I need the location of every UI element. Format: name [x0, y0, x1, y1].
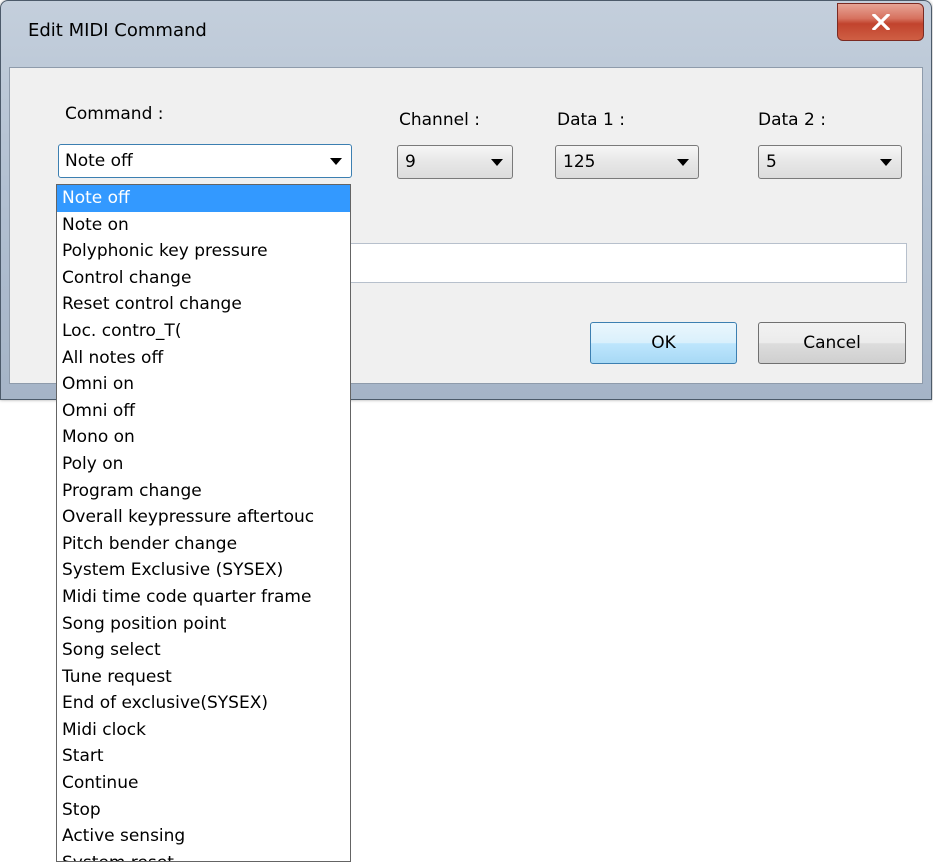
dropdown-option[interactable]: All notes off — [57, 345, 350, 372]
dropdown-option[interactable]: End of exclusive(SYSEX) — [57, 690, 350, 717]
dropdown-option[interactable]: Reset control change — [57, 291, 350, 318]
dropdown-option[interactable]: Midi clock — [57, 717, 350, 744]
dropdown-option[interactable]: Program change — [57, 478, 350, 505]
chevron-down-icon — [330, 158, 342, 165]
dropdown-option[interactable]: Start — [57, 743, 350, 770]
dropdown-option[interactable]: Polyphonic key pressure — [57, 238, 350, 265]
dropdown-option[interactable]: Omni on — [57, 371, 350, 398]
dropdown-option[interactable]: Note off — [57, 185, 350, 212]
close-button[interactable] — [837, 3, 924, 41]
data1-select-value: 125 — [563, 152, 596, 172]
dropdown-option[interactable]: Control change — [57, 265, 350, 292]
chevron-down-icon — [677, 159, 689, 166]
data2-select-value: 5 — [766, 152, 777, 172]
dropdown-option[interactable]: System Exclusive (SYSEX) — [57, 557, 350, 584]
data2-select[interactable]: 5 — [758, 145, 902, 179]
dropdown-option[interactable]: Poly on — [57, 451, 350, 478]
dropdown-option[interactable]: Song select — [57, 637, 350, 664]
dropdown-option[interactable]: Midi time code quarter frame — [57, 584, 350, 611]
dropdown-option[interactable]: Continue — [57, 770, 350, 797]
dropdown-option[interactable]: Song position point — [57, 611, 350, 638]
data2-label: Data 2 : — [758, 110, 826, 130]
command-dropdown-list[interactable]: Note off Note on Polyphonic key pressure Co… — [56, 184, 351, 862]
data1-label: Data 1 : — [557, 110, 625, 130]
dropdown-option[interactable]: Omni off — [57, 398, 350, 425]
channel-select[interactable]: 9 — [397, 145, 513, 179]
close-icon — [871, 14, 890, 30]
chevron-down-icon — [491, 159, 503, 166]
dropdown-option[interactable]: Pitch bender change — [57, 531, 350, 558]
ok-button[interactable]: OK — [590, 322, 737, 364]
channel-label: Channel : — [399, 110, 480, 130]
dropdown-option[interactable]: Overall keypressure aftertouc — [57, 504, 350, 531]
channel-select-value: 9 — [405, 152, 416, 172]
cancel-button[interactable]: Cancel — [758, 322, 906, 364]
command-select-value: Note off — [65, 151, 133, 171]
chevron-down-icon — [880, 159, 892, 166]
dropdown-option[interactable]: Mono on — [57, 424, 350, 451]
dropdown-option[interactable]: Active sensing — [57, 823, 350, 850]
dropdown-option[interactable]: Tune request — [57, 664, 350, 691]
dropdown-option[interactable]: Loc. contro_T( — [57, 318, 350, 345]
dropdown-option[interactable]: System reset — [57, 850, 350, 861]
dropdown-option[interactable]: Stop — [57, 797, 350, 824]
description-field[interactable] — [349, 243, 907, 283]
command-label: Command : — [65, 104, 164, 124]
data1-select[interactable]: 125 — [555, 145, 699, 179]
window-title: Edit MIDI Command — [28, 20, 207, 41]
dropdown-option[interactable]: Note on — [57, 212, 350, 239]
command-select[interactable]: Note off — [58, 144, 352, 178]
